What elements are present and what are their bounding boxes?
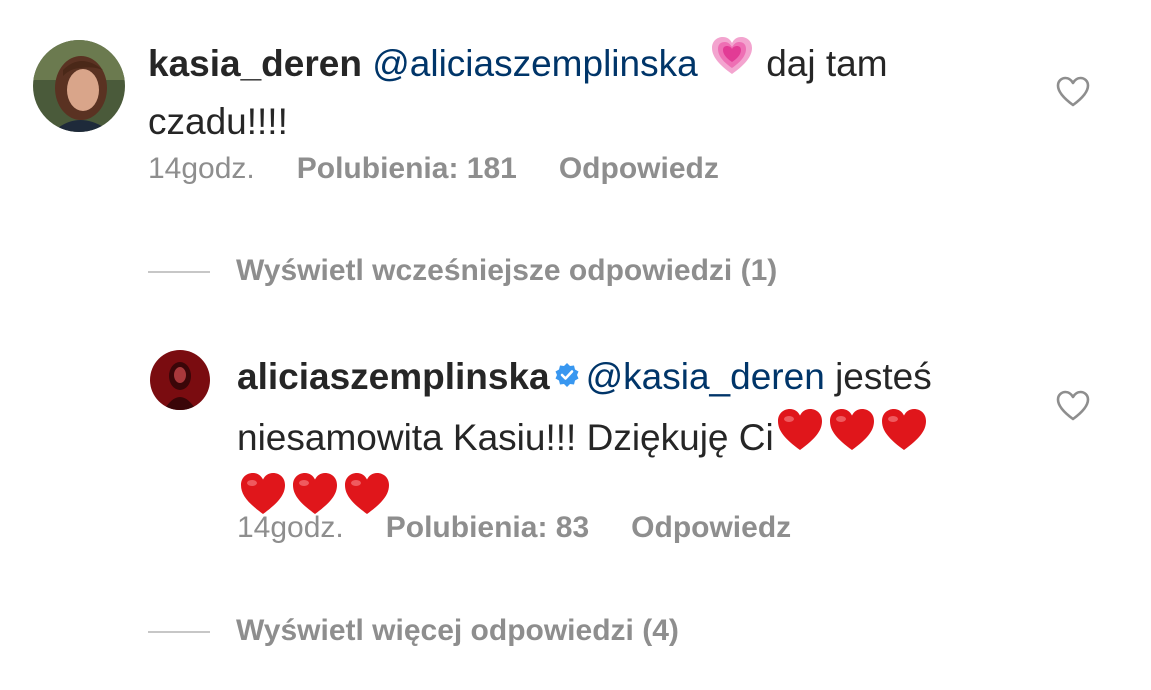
divider-line xyxy=(148,631,210,634)
view-more-replies-button[interactable]: Wyświetl więcej odpowiedzi (4) xyxy=(148,614,679,648)
view-more-replies-label: Wyświetl więcej odpowiedzi (4) xyxy=(236,614,679,647)
comment-time[interactable]: 14godz. xyxy=(148,152,255,185)
avatar-kasia-deren[interactable] xyxy=(33,40,125,132)
comment-meta: 14godz. Polubienia: 83 Odpowiedz xyxy=(237,511,791,545)
mention-link[interactable]: @kasia_deren xyxy=(586,356,825,397)
divider-line xyxy=(148,271,210,274)
reply-button[interactable]: Odpowiedz xyxy=(631,511,791,544)
comment-text-part: daj tam xyxy=(766,42,888,84)
like-heart-icon[interactable] xyxy=(1056,390,1090,427)
comment-text: aliciaszemplinska @kasia_deren jesteś ni… xyxy=(237,350,1037,536)
likes-count[interactable]: Polubienia: 83 xyxy=(386,511,589,544)
comment-text-line2: czadu!!!! xyxy=(148,101,288,142)
red-heart-icon xyxy=(776,408,824,466)
username-aliciaszemplinska[interactable]: aliciaszemplinska xyxy=(237,356,550,397)
comment-text-part: jesteś xyxy=(835,355,932,397)
username-kasia-deren[interactable]: kasia_deren xyxy=(148,43,362,84)
verified-badge-icon xyxy=(554,350,580,402)
view-earlier-replies-button[interactable]: Wyświetl wcześniejsze odpowiedzi (1) xyxy=(148,254,777,288)
comment-text-line2: niesamowita Kasiu!!! Dziękuję Ci xyxy=(237,416,774,458)
comment-time[interactable]: 14godz. xyxy=(237,511,344,544)
comment-text: kasia_deren @aliciaszemplinska daj tam c… xyxy=(148,36,1008,148)
like-heart-icon[interactable] xyxy=(1056,76,1090,113)
mention-link[interactable]: @aliciaszemplinska xyxy=(372,43,697,84)
growing-heart-icon xyxy=(710,36,754,90)
avatar-aliciaszemplinska[interactable] xyxy=(150,350,210,410)
comment-meta: 14godz. Polubienia: 181 Odpowiedz xyxy=(148,152,719,186)
reply-button[interactable]: Odpowiedz xyxy=(559,152,719,185)
red-heart-icon xyxy=(828,408,876,466)
view-earlier-replies-label: Wyświetl wcześniejsze odpowiedzi (1) xyxy=(236,254,778,287)
red-heart-icon xyxy=(880,408,928,466)
likes-count[interactable]: Polubienia: 181 xyxy=(297,152,517,185)
